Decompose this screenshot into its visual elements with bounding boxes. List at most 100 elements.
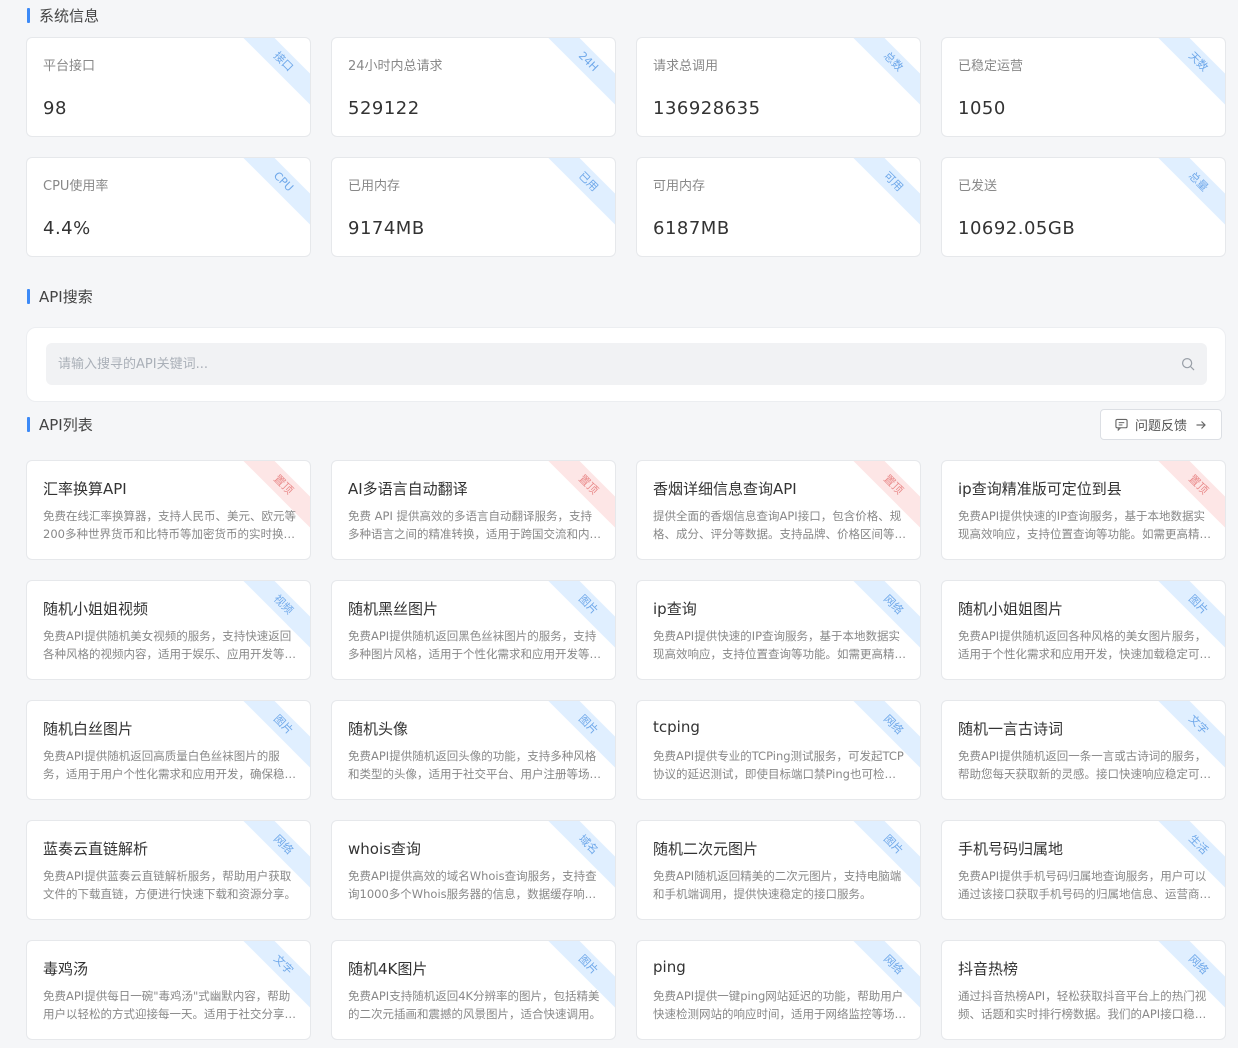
api-card[interactable]: 图片 随机白丝图片 免费API提供随机返回高质量白色丝袜图片的服务，适用于用户个性化… xyxy=(26,700,311,800)
search-panel xyxy=(26,327,1226,402)
stat-label: 已用内存 xyxy=(348,179,401,194)
section-title-api-list: API列表 xyxy=(27,415,93,434)
api-card[interactable]: 网络 抖音热榜 通过抖音热榜API，轻松获取抖音平台上的热门视频、话题和实时排行榜数… xyxy=(941,940,1226,1040)
api-description: 免费API提供随机返回头像的功能，支持多种风格和类型的头像，适用于社交平台、用户… xyxy=(348,749,597,781)
message-icon xyxy=(1115,418,1128,431)
api-card[interactable]: 文字 毒鸡汤 免费API提供每日一碗"毒鸡汤"式幽默内容，帮助用户以轻松的方式迎接每… xyxy=(26,940,311,1040)
api-card[interactable]: 网络 ip查询 免费API提供快速的IP查询服务，基于本地数据实现高效响应，支持位置… xyxy=(636,580,921,680)
api-title[interactable]: 随机白丝图片 xyxy=(43,718,133,739)
stat-card: 天数 已稳定运营 1050 xyxy=(941,37,1226,137)
api-description: 免费API支持随机返回4K分辨率的图片，包括精美的二次元插画和震撼的风景图片，适… xyxy=(348,989,601,1021)
stat-tag: CPU xyxy=(236,158,310,229)
api-card[interactable]: 网络 ping 免费API提供一键ping网站延迟的功能，帮助用户快速检测网站的响应… xyxy=(636,940,921,1040)
api-description: 提供全面的香烟信息查询API接口，包含价格、规格、成分、评分等数据。支持品牌、价… xyxy=(653,509,906,541)
api-description: 免费API提供每日一碗"毒鸡汤"式幽默内容，帮助用户以轻松的方式迎接每一天。适用… xyxy=(43,989,291,1021)
api-title[interactable]: whois查询 xyxy=(348,838,421,859)
stat-card: 可用 可用内存 6187MB xyxy=(636,157,921,257)
api-title[interactable]: tcping xyxy=(653,718,700,736)
api-title[interactable]: 手机号码归属地 xyxy=(958,838,1063,859)
api-title[interactable]: ip查询精准版可定位到县 xyxy=(958,478,1122,499)
api-description: 免费API提供随机返回各种风格的美女图片服务，适用于个性化需求和应用开发，快速加… xyxy=(958,629,1207,661)
api-card[interactable]: 图片 随机4K图片 免费API支持随机返回4K分辨率的图片，包括精美的二次元插画和震… xyxy=(331,940,616,1040)
stat-tag: 接口 xyxy=(236,38,310,109)
stat-value: 98 xyxy=(43,98,67,119)
stat-tag: 总量 xyxy=(1151,158,1225,229)
api-description: 免费 API 提供高效的多语言自动翻译服务，支持多种语言之间的精准转换，适用于跨… xyxy=(348,509,601,541)
section-label: API列表 xyxy=(39,415,93,434)
api-description: 免费API提供蓝奏云直链解析服务，帮助用户获取文件的下载直链，方便进行快速下载和… xyxy=(43,869,296,901)
api-description: 免费API提供随机返回一条一言或古诗词的服务，帮助您每天获取新的灵感。接口快速响… xyxy=(958,749,1207,781)
api-card[interactable]: 置顶 ip查询精准版可定位到县 免费API提供快速的IP查询服务，基于本地数据实现高… xyxy=(941,460,1226,560)
stat-label: 已稳定运营 xyxy=(958,59,1024,74)
stat-label: 可用内存 xyxy=(653,179,706,194)
stat-value: 529122 xyxy=(348,98,420,119)
api-card[interactable]: 图片 随机小姐姐图片 免费API提供随机返回各种风格的美女图片服务，适用于个性化需求… xyxy=(941,580,1226,680)
stat-label: 请求总调用 xyxy=(653,59,719,74)
api-title[interactable]: ping xyxy=(653,958,686,976)
api-title[interactable]: 随机二次元图片 xyxy=(653,838,758,859)
section-bar xyxy=(27,288,30,304)
api-title[interactable]: 随机小姐姐图片 xyxy=(958,598,1063,619)
api-description: 免费API提供快速的IP查询服务，基于本地数据实现高效响应，支持位置查询等功能。… xyxy=(958,509,1211,541)
stat-tag: 可用 xyxy=(846,158,920,229)
api-description: 免费在线汇率换算器，支持人民币、美元、欧元等200多种世界货币和比特币等加密货币… xyxy=(43,509,296,541)
stat-tag: 24H xyxy=(541,38,615,109)
stat-value: 6187MB xyxy=(653,218,730,239)
api-card[interactable]: 网络 蓝奏云直链解析 免费API提供蓝奏云直链解析服务，帮助用户获取文件的下载直链，… xyxy=(26,820,311,920)
api-title[interactable]: 毒鸡汤 xyxy=(43,958,88,979)
section-label: API搜索 xyxy=(39,287,93,306)
api-title[interactable]: 汇率换算API xyxy=(43,478,127,499)
api-title[interactable]: 随机一言古诗词 xyxy=(958,718,1063,739)
api-card[interactable]: 图片 随机黑丝图片 免费API提供随机返回黑色丝袜图片的服务，支持多种图片风格，适用… xyxy=(331,580,616,680)
api-title[interactable]: AI多语言自动翻译 xyxy=(348,478,468,499)
search-input[interactable] xyxy=(46,343,1207,385)
feedback-button-label: 问题反馈 xyxy=(1134,419,1187,434)
arrow-right-icon xyxy=(1196,420,1206,429)
api-card[interactable]: 图片 随机二次元图片 免费API随机返回精美的二次元图片，支持电脑端和手机端调用，提… xyxy=(636,820,921,920)
section-bar xyxy=(27,7,30,23)
stat-card: 24H 24小时内总请求 529122 xyxy=(331,37,616,137)
api-card[interactable]: 视频 随机小姐姐视频 免费API提供随机美女视频的服务，支持快速返回各种风格的视频内… xyxy=(26,580,311,680)
stat-label: 24小时内总请求 xyxy=(348,59,443,74)
api-title[interactable]: 随机头像 xyxy=(348,718,408,739)
feedback-button[interactable]: 问题反馈 xyxy=(1100,409,1222,440)
api-card[interactable]: 文字 随机一言古诗词 免费API提供随机返回一条一言或古诗词的服务，帮助您每天获取新… xyxy=(941,700,1226,800)
api-card[interactable]: 置顶 香烟详细信息查询API 提供全面的香烟信息查询API接口，包含价格、规格、成分… xyxy=(636,460,921,560)
stat-label: 平台接口 xyxy=(43,59,96,74)
section-title-api-search: API搜索 xyxy=(27,287,93,306)
search-icon[interactable] xyxy=(1181,357,1195,371)
api-card[interactable]: 生活 手机号码归属地 免费API提供手机号码归属地查询服务，用户可以通过该接口获取手… xyxy=(941,820,1226,920)
stat-value: 4.4% xyxy=(43,218,91,239)
stat-value: 9174MB xyxy=(348,218,425,239)
api-title[interactable]: 蓝奏云直链解析 xyxy=(43,838,148,859)
api-card[interactable]: 置顶 AI多语言自动翻译 免费 API 提供高效的多语言自动翻译服务，支持多种语言之… xyxy=(331,460,616,560)
api-description: 免费API随机返回精美的二次元图片，支持电脑端和手机端调用，提供快速稳定的接口服… xyxy=(653,869,902,901)
stat-label: 已发送 xyxy=(958,179,998,194)
api-description: 免费API提供随机返回黑色丝袜图片的服务，支持多种图片风格，适用于个性化需求和应… xyxy=(348,629,601,661)
api-title[interactable]: 香烟详细信息查询API xyxy=(653,478,797,499)
api-title[interactable]: ip查询 xyxy=(653,598,697,619)
api-description: 免费API提供高效的域名Whois查询服务，支持查询1000多个Whois服务器… xyxy=(348,869,597,901)
stat-card: 接口 平台接口 98 xyxy=(26,37,311,137)
api-title[interactable]: 随机4K图片 xyxy=(348,958,427,979)
api-card[interactable]: 图片 随机头像 免费API提供随机返回头像的功能，支持多种风格和类型的头像，适用于社… xyxy=(331,700,616,800)
stat-card: CPU CPU使用率 4.4% xyxy=(26,157,311,257)
stat-card: 已用 已用内存 9174MB xyxy=(331,157,616,257)
api-description: 通过抖音热榜API，轻松获取抖音平台上的热门视频、话题和实时排行榜数据。我们的A… xyxy=(958,989,1207,1021)
api-title[interactable]: 抖音热榜 xyxy=(958,958,1018,979)
stat-tag: 总数 xyxy=(846,38,920,109)
section-title-system-info: 系统信息 xyxy=(27,6,99,25)
api-card[interactable]: 域名 whois查询 免费API提供高效的域名Whois查询服务，支持查询1000多… xyxy=(331,820,616,920)
stat-value: 1050 xyxy=(958,98,1006,119)
stat-card: 总数 请求总调用 136928635 xyxy=(636,37,921,137)
api-description: 免费API提供手机号码归属地查询服务，用户可以通过该接口获取手机号码的归属地信息… xyxy=(958,869,1207,901)
stat-tag: 已用 xyxy=(541,158,615,229)
api-description: 免费API提供快速的IP查询服务，基于本地数据实现高效响应，支持位置查询等功能。… xyxy=(653,629,906,661)
api-card[interactable]: 置顶 汇率换算API 免费在线汇率换算器，支持人民币、美元、欧元等200多种世界货币… xyxy=(26,460,311,560)
api-title[interactable]: 随机小姐姐视频 xyxy=(43,598,148,619)
api-card[interactable]: 网络 tcping 免费API提供专业的TCPing测试服务，可发起TCP协议的延迟… xyxy=(636,700,921,800)
stat-value: 136928635 xyxy=(653,98,761,119)
api-description: 免费API提供一键ping网站延迟的功能，帮助用户快速检测网站的响应时间，适用于… xyxy=(653,989,904,1021)
api-title[interactable]: 随机黑丝图片 xyxy=(348,598,438,619)
stat-tag: 天数 xyxy=(1151,38,1225,109)
